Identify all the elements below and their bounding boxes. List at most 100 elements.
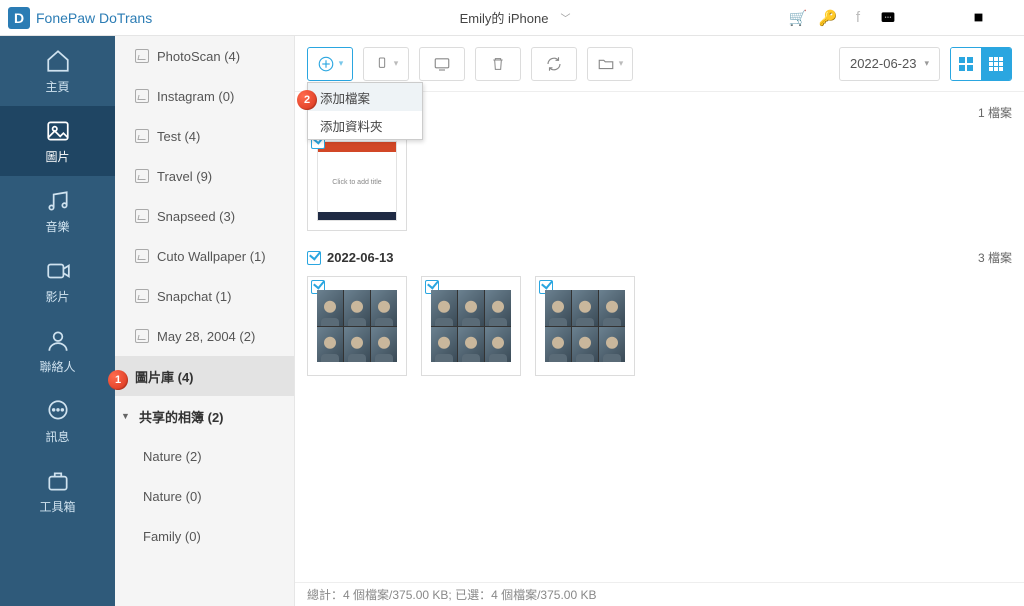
nav-videos[interactable]: 影片 bbox=[0, 246, 115, 316]
add-file-option[interactable]: 添加檔案 bbox=[308, 83, 422, 111]
contacts-icon bbox=[45, 328, 71, 354]
nav-label: 訊息 bbox=[45, 428, 69, 445]
album-icon bbox=[135, 49, 149, 63]
refresh-button[interactable] bbox=[531, 47, 577, 81]
chevron-down-icon: ▾ bbox=[924, 58, 929, 69]
album-item-may28[interactable]: May 28, 2004 (2) bbox=[115, 316, 294, 356]
menu-icon[interactable] bbox=[910, 10, 926, 26]
main-nav: 主頁 圖片 音樂 影片 聯絡人 訊息 工具箱 bbox=[0, 36, 115, 606]
album-icon bbox=[135, 249, 149, 263]
device-selector[interactable]: Emily的 iPhone ﹀ bbox=[454, 8, 571, 27]
messages-icon bbox=[45, 398, 71, 424]
thumbnail[interactable]: Click to add title bbox=[307, 131, 407, 231]
video-conf-preview bbox=[545, 290, 625, 362]
export-to-device-button[interactable]: ▾ bbox=[363, 47, 409, 81]
nav-label: 工具箱 bbox=[39, 498, 75, 515]
album-item-nature2[interactable]: Nature (0) bbox=[115, 476, 294, 516]
album-item-test[interactable]: Test (4) bbox=[115, 116, 294, 156]
nav-contacts[interactable]: 聯絡人 bbox=[0, 316, 115, 386]
device-label: Emily的 iPhone bbox=[460, 8, 549, 27]
delete-button[interactable] bbox=[475, 47, 521, 81]
nav-label: 影片 bbox=[45, 288, 69, 305]
app-logo: D FonePaw DoTrans bbox=[8, 7, 152, 29]
album-item-family[interactable]: Family (0) bbox=[115, 516, 294, 556]
nav-label: 聯絡人 bbox=[39, 358, 75, 375]
thumbnail[interactable] bbox=[535, 276, 635, 376]
date-filter[interactable]: 2022-06-23 ▾ bbox=[839, 47, 940, 81]
album-item-snapchat[interactable]: Snapchat (1) bbox=[115, 276, 294, 316]
add-button[interactable]: ▾ bbox=[307, 47, 353, 81]
triangle-down-icon: ▼ bbox=[121, 411, 131, 421]
cart-icon[interactable]: 🛒 bbox=[790, 10, 806, 26]
window-controls: 🛒 🔑 f bbox=[790, 10, 1016, 26]
album-icon bbox=[135, 89, 149, 103]
pptx-preview: Click to add title bbox=[317, 141, 397, 221]
title-bar: D FonePaw DoTrans Emily的 iPhone ﹀ 🛒 🔑 f bbox=[0, 0, 1024, 36]
album-item-library[interactable]: 圖片庫 (4) bbox=[115, 356, 294, 396]
group-count: 1 檔案 bbox=[978, 104, 1012, 121]
thumb-row: Click to add title bbox=[307, 131, 1012, 231]
add-folder-option[interactable]: 添加資料夾 bbox=[308, 111, 422, 139]
home-icon bbox=[45, 48, 71, 74]
album-item-instagram[interactable]: Instagram (0) bbox=[115, 76, 294, 116]
feedback-icon[interactable] bbox=[880, 10, 896, 26]
album-item-nature1[interactable]: Nature (2) bbox=[115, 436, 294, 476]
minimize-button[interactable] bbox=[940, 10, 956, 26]
thumbnail[interactable] bbox=[421, 276, 521, 376]
group-header: 2022-06-13 3 檔案 bbox=[307, 249, 1012, 266]
close-button[interactable] bbox=[1000, 10, 1016, 26]
facebook-icon[interactable]: f bbox=[850, 10, 866, 26]
chevron-down-icon: ▾ bbox=[394, 58, 399, 69]
album-icon bbox=[135, 209, 149, 223]
album-group-shared[interactable]: ▼共享的相簿 (2) bbox=[115, 396, 294, 436]
nav-label: 圖片 bbox=[45, 148, 69, 165]
annotation-badge-1: 1 bbox=[108, 370, 128, 390]
folder-button[interactable]: ▾ bbox=[587, 47, 633, 81]
toolbox-icon bbox=[45, 468, 71, 494]
chevron-down-icon: ▾ bbox=[339, 58, 344, 69]
nav-home[interactable]: 主頁 bbox=[0, 36, 115, 106]
toolbar: ▾ ▾ ▾ 2022-06-23 ▾ bbox=[295, 36, 1024, 92]
key-icon[interactable]: 🔑 bbox=[820, 10, 836, 26]
video-conf-preview bbox=[431, 290, 511, 362]
thumb-row bbox=[307, 276, 1012, 376]
chevron-down-icon: ▾ bbox=[619, 58, 624, 69]
album-icon bbox=[135, 289, 149, 303]
album-item-snapseed[interactable]: Snapseed (3) bbox=[115, 196, 294, 236]
add-dropdown: 添加檔案 添加資料夾 bbox=[307, 82, 423, 140]
chevron-down-icon: ﹀ bbox=[560, 10, 570, 25]
album-icon bbox=[135, 329, 149, 343]
content-area: ▾ ▾ ▾ 2022-06-23 ▾ bbox=[295, 36, 1024, 606]
nav-messages[interactable]: 訊息 bbox=[0, 386, 115, 456]
album-icon bbox=[135, 129, 149, 143]
export-to-pc-button[interactable] bbox=[419, 47, 465, 81]
nav-label: 音樂 bbox=[45, 218, 69, 235]
view-small-grid[interactable] bbox=[981, 48, 1011, 80]
maximize-button[interactable] bbox=[970, 10, 986, 26]
image-icon bbox=[45, 118, 71, 144]
status-bar: 總計： 4 個檔案/375.00 KB ; 已選： 4 個檔案/375.00 K… bbox=[295, 582, 1024, 606]
album-sidebar: PhotoScan (4) Instagram (0) Test (4) Tra… bbox=[115, 36, 295, 606]
video-icon bbox=[45, 258, 71, 284]
group-count: 3 檔案 bbox=[978, 249, 1012, 266]
date-label: 2022-06-23 bbox=[850, 56, 917, 71]
album-icon bbox=[135, 169, 149, 183]
group-date: 2022-06-13 bbox=[327, 250, 394, 265]
annotation-badge-2: 2 bbox=[297, 90, 317, 110]
album-item-photoscan[interactable]: PhotoScan (4) bbox=[115, 36, 294, 76]
nav-photos[interactable]: 圖片 bbox=[0, 106, 115, 176]
logo-icon: D bbox=[8, 7, 30, 29]
nav-label: 主頁 bbox=[45, 78, 69, 95]
nav-toolbox[interactable]: 工具箱 bbox=[0, 456, 115, 526]
app-title: FonePaw DoTrans bbox=[36, 10, 152, 26]
album-item-travel[interactable]: Travel (9) bbox=[115, 156, 294, 196]
music-icon bbox=[45, 188, 71, 214]
view-toggle bbox=[950, 47, 1012, 81]
gallery: 2022-06-23 1 檔案 Click to add title 2022-… bbox=[295, 92, 1024, 582]
video-conf-preview bbox=[317, 290, 397, 362]
group-checkbox[interactable] bbox=[307, 251, 321, 265]
view-large-grid[interactable] bbox=[951, 48, 981, 80]
thumbnail[interactable] bbox=[307, 276, 407, 376]
nav-music[interactable]: 音樂 bbox=[0, 176, 115, 246]
album-item-cuto[interactable]: Cuto Wallpaper (1) bbox=[115, 236, 294, 276]
